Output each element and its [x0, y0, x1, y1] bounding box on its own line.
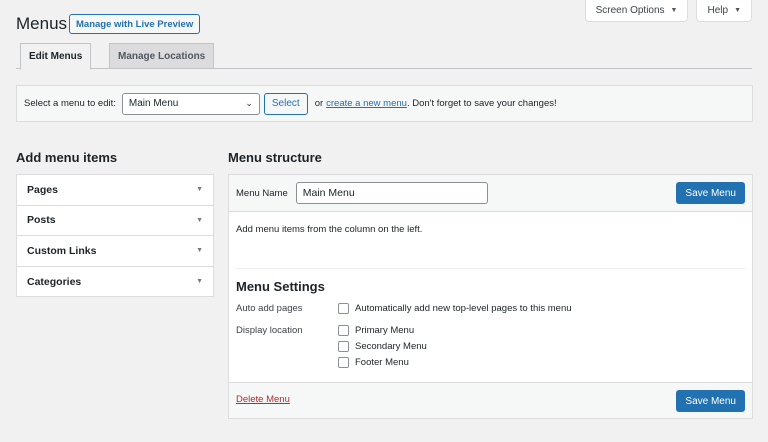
primary-menu-checkbox[interactable] — [338, 325, 349, 336]
tab-edit-menus[interactable]: Edit Menus — [20, 43, 92, 70]
location-footer[interactable]: Footer Menu — [338, 357, 409, 368]
display-location-label: Display location — [236, 325, 303, 336]
select-prompt: Select a menu to edit: — [24, 98, 116, 109]
accordion-label: Custom Links — [27, 244, 97, 257]
auto-add-checkbox[interactable] — [338, 303, 349, 314]
menu-structure-footer: Delete Menu Save Menu — [229, 382, 752, 418]
accordion-categories[interactable]: Categories ▼ — [17, 267, 213, 298]
save-reminder-text: . Don't forget to save your changes! — [406, 98, 557, 109]
help-button[interactable]: Help ▼ — [696, 0, 752, 22]
screen-meta: Screen Options ▼ Help ▼ — [584, 0, 752, 22]
accordion-custom-links[interactable]: Custom Links ▼ — [17, 236, 213, 267]
help-label: Help — [707, 5, 729, 16]
live-preview-button[interactable]: Manage with Live Preview — [69, 14, 201, 34]
triangle-down-icon: ▼ — [196, 247, 203, 255]
location-label: Primary Menu — [355, 325, 415, 336]
screen-options-label: Screen Options — [595, 5, 665, 16]
menu-name-label: Menu Name — [236, 187, 288, 199]
triangle-down-icon: ▼ — [196, 186, 203, 194]
auto-add-text: Automatically add new top-level pages to… — [355, 303, 572, 314]
triangle-down-icon: ▼ — [670, 7, 678, 14]
or-text: or — [314, 98, 324, 109]
auto-add-label: Auto add pages — [236, 303, 303, 314]
menu-dropdown-value: Main Menu — [128, 98, 179, 109]
nav-tabs: Edit Menus Manage Locations — [16, 43, 752, 70]
accordion-posts[interactable]: Posts ▼ — [17, 206, 213, 236]
menu-select-bar: Select a menu to edit: Main Menu ⌄ Selec… — [16, 85, 753, 122]
menu-name-header: Menu Name Main Menu Save Menu — [229, 175, 752, 212]
auto-add-option[interactable]: Automatically add new top-level pages to… — [338, 303, 572, 314]
secondary-menu-checkbox[interactable] — [338, 341, 349, 352]
save-menu-button-bottom[interactable]: Save Menu — [676, 390, 745, 412]
accordion-label: Categories — [27, 275, 82, 288]
menu-dropdown[interactable]: Main Menu ⌄ — [121, 92, 260, 115]
location-primary[interactable]: Primary Menu — [338, 325, 414, 336]
screen-options-button[interactable]: Screen Options ▼ — [584, 0, 689, 22]
page-title: Menus — [16, 14, 68, 33]
accordion-label: Posts — [27, 214, 56, 227]
menu-structure-panel: Menu Name Main Menu Save Menu Add menu i… — [228, 174, 753, 419]
save-menu-button[interactable]: Save Menu — [676, 182, 745, 204]
add-menu-items-heading: Add menu items — [16, 150, 118, 165]
accordion-label: Pages — [27, 183, 58, 196]
add-items-panel: Pages ▼ Posts ▼ Custom Links ▼ Categorie… — [16, 174, 214, 297]
menu-hint-text: Add menu items from the column on the le… — [236, 224, 423, 235]
delete-menu-link[interactable]: Delete Menu — [236, 394, 290, 405]
menu-structure-heading: Menu structure — [228, 150, 322, 165]
menu-name-input[interactable]: Main Menu — [295, 182, 488, 204]
footer-menu-checkbox[interactable] — [338, 357, 349, 368]
accordion-pages[interactable]: Pages ▼ — [17, 175, 213, 206]
location-secondary[interactable]: Secondary Menu — [338, 341, 427, 352]
chevron-down-icon: ⌄ — [245, 98, 253, 108]
location-label: Footer Menu — [355, 357, 409, 368]
triangle-down-icon: ▼ — [196, 216, 203, 224]
tab-manage-locations[interactable]: Manage Locations — [109, 43, 215, 69]
menu-structure-body: Add menu items from the column on the le… — [229, 212, 752, 384]
select-button[interactable]: Select — [263, 92, 308, 115]
location-label: Secondary Menu — [355, 341, 427, 352]
create-new-menu-link[interactable]: create a new menu — [326, 98, 407, 109]
menu-settings-title: Menu Settings — [236, 279, 325, 294]
triangle-down-icon: ▼ — [734, 7, 741, 14]
triangle-down-icon: ▼ — [196, 278, 203, 286]
divider — [236, 268, 745, 269]
